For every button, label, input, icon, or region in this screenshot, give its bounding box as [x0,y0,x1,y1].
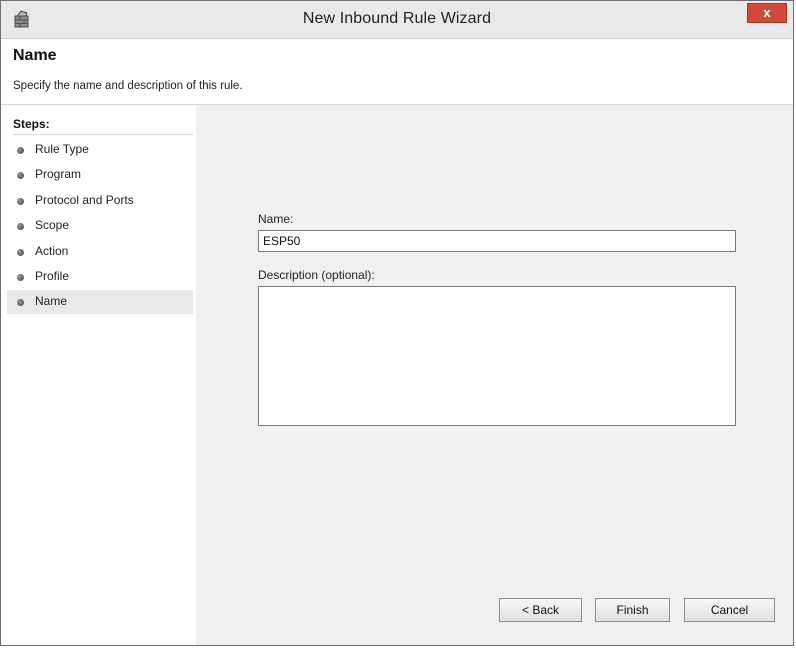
step-item-scope[interactable]: Scope [7,214,193,238]
step-label: Protocol and Ports [35,193,134,207]
back-button[interactable]: < Back [499,598,582,622]
window-title: New Inbound Rule Wizard [302,10,492,27]
description-input[interactable] [258,286,736,426]
step-label: Rule Type [35,142,89,156]
bullet-icon [17,299,24,306]
step-item-protocol-and-ports[interactable]: Protocol and Ports [7,189,193,213]
step-item-name[interactable]: Name [7,290,193,314]
step-item-profile[interactable]: Profile [7,265,193,289]
close-button[interactable]: x [747,3,787,23]
step-label: Profile [35,269,70,283]
steps-divider [13,134,193,135]
steps-panel: Steps: Rule Type Program Protocol and Po… [1,105,196,645]
bullet-icon [17,147,24,154]
step-item-action[interactable]: Action [7,240,193,264]
page-subtitle: Specify the name and description of this… [13,80,243,92]
finish-button[interactable]: Finish [595,598,670,622]
description-label: Description (optional): [258,268,375,282]
content-panel: Name: Description (optional): < Back Fin… [197,113,793,645]
cancel-button[interactable]: Cancel [684,598,775,622]
wizard-window: New Inbound Rule Wizard x Name Specify t… [0,0,794,646]
step-item-rule-type[interactable]: Rule Type [7,138,193,162]
bullet-icon [17,198,24,205]
bullet-icon [17,172,24,179]
title-bar[interactable]: New Inbound Rule Wizard x [1,1,793,39]
name-label: Name: [258,212,294,226]
bullet-icon [17,223,24,230]
step-label: Name [35,294,68,308]
steps-title: Steps: [13,117,50,131]
name-input[interactable] [258,230,736,252]
step-label: Action [35,244,69,258]
step-label: Program [35,167,82,181]
page-title: Name [13,47,57,64]
step-label: Scope [35,218,70,232]
step-item-program[interactable]: Program [7,163,193,187]
page-header: Name Specify the name and description of… [1,39,793,105]
close-icon: x [763,5,771,20]
bullet-icon [17,249,24,256]
bullet-icon [17,274,24,281]
